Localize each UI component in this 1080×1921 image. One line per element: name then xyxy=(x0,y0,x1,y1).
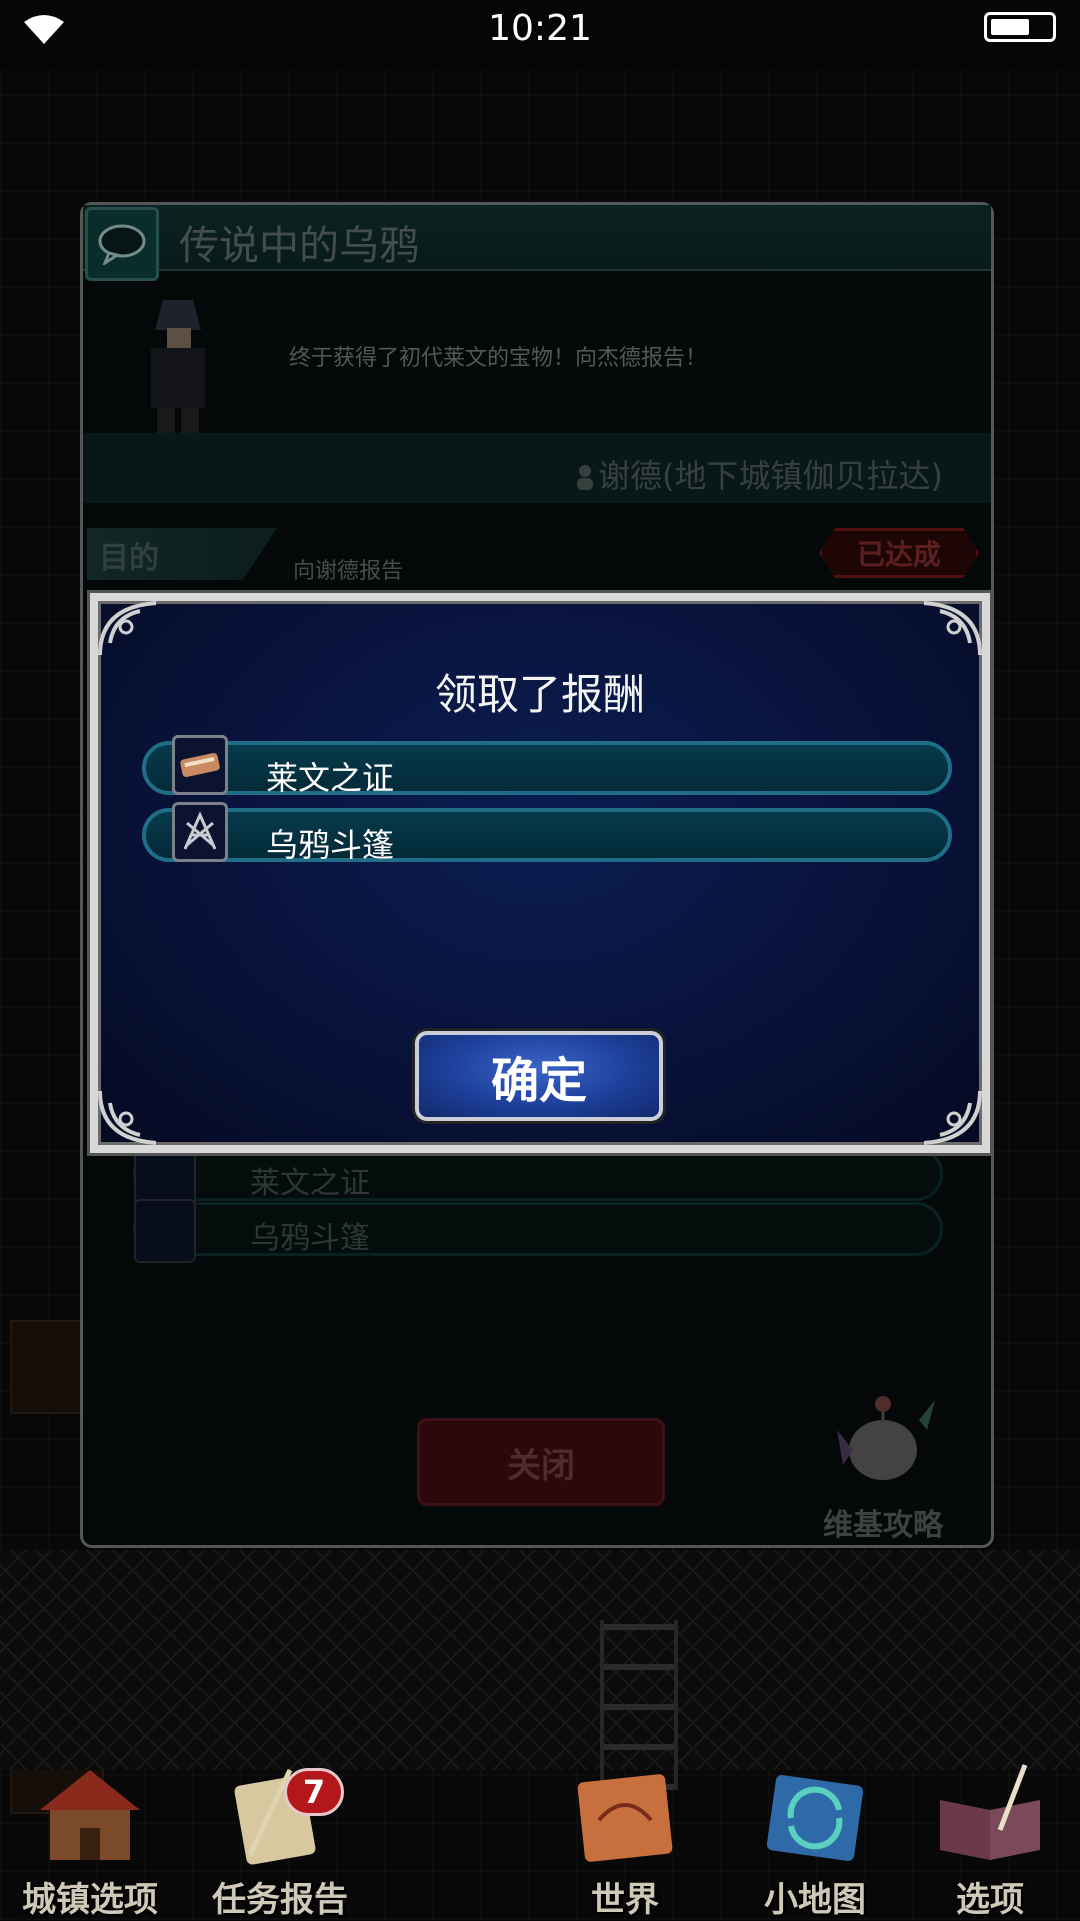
modal-title: 领取了报酬 xyxy=(434,670,645,719)
ornament-corner xyxy=(923,601,982,656)
minimap-icon xyxy=(766,1775,864,1861)
raven-cloak-icon xyxy=(172,802,228,862)
nav-label: 小地图 xyxy=(764,1880,866,1920)
nav-world[interactable]: 世界 xyxy=(535,1750,715,1920)
reward-modal: 领取了报酬 莱文之证 乌鸦斗篷 确定 xyxy=(90,593,990,1153)
reward-item-name: 莱文之证 xyxy=(266,759,395,797)
reward-item: 乌鸦斗篷 xyxy=(142,802,952,864)
reward-item-name: 乌鸦斗篷 xyxy=(266,826,395,864)
confirm-button[interactable]: 确定 xyxy=(415,1031,663,1121)
ornament-corner xyxy=(98,1090,157,1145)
nav-minimap[interactable]: 小地图 xyxy=(725,1750,905,1920)
ornament-corner xyxy=(98,601,157,656)
nav-quest-report[interactable]: 任务报告 xyxy=(190,1750,370,1920)
nav-label: 选项 xyxy=(956,1880,1024,1920)
battery-icon xyxy=(984,12,1056,42)
nav-label: 城镇选项 xyxy=(22,1880,158,1920)
nav-label: 世界 xyxy=(591,1880,659,1920)
nav-town-options[interactable]: 城镇选项 xyxy=(0,1750,180,1920)
quest-report-badge: 7 xyxy=(284,1768,344,1816)
bottom-nav: 城镇选项 任务报告 世界 小地图 选项 xyxy=(0,1750,1080,1920)
ornament-corner xyxy=(923,1090,982,1145)
world-map-icon xyxy=(577,1774,673,1862)
town-house-icon xyxy=(40,1770,140,1860)
status-bar: 10:21 xyxy=(0,0,1080,60)
nav-options[interactable]: 选项 xyxy=(900,1750,1080,1920)
sword-proof-icon xyxy=(172,735,228,795)
clock: 10:21 xyxy=(488,8,592,49)
reward-item: 莱文之证 xyxy=(142,735,952,797)
options-book-icon xyxy=(940,1764,1040,1860)
nav-label: 任务报告 xyxy=(212,1880,348,1920)
